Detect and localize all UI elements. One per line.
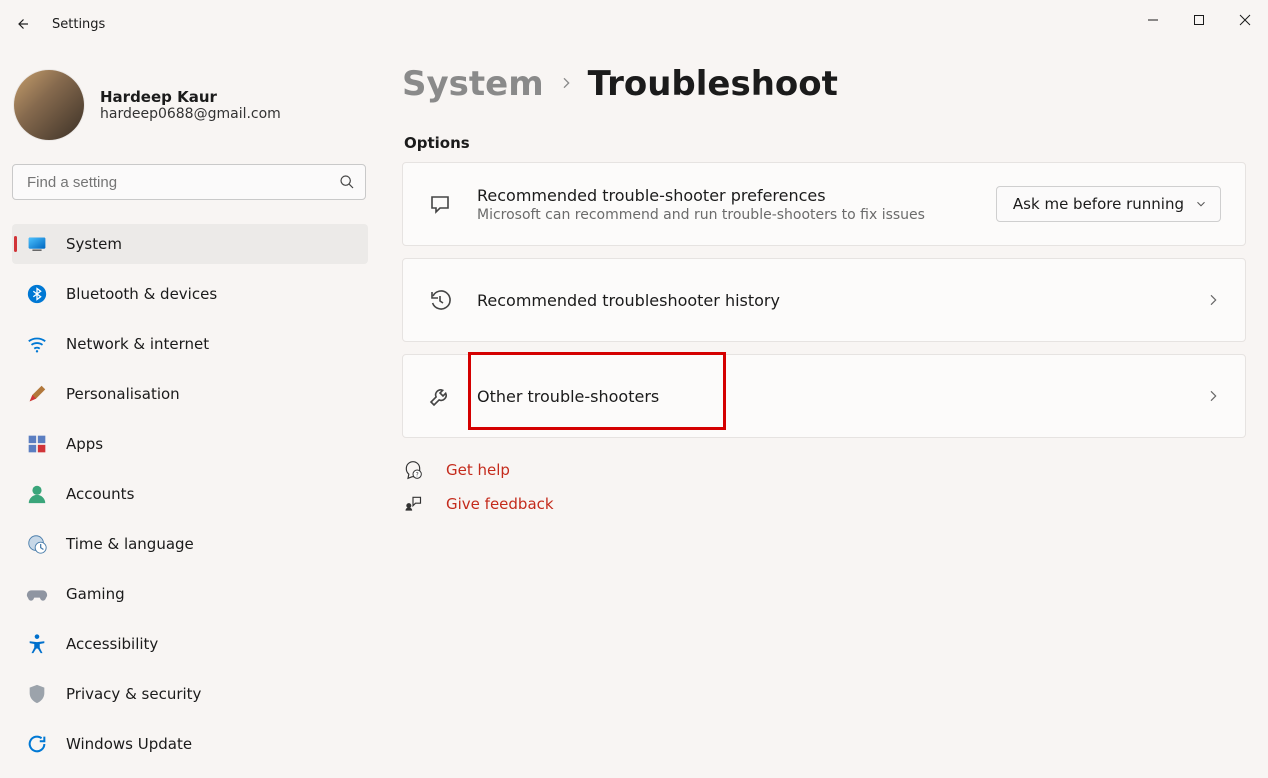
back-button[interactable] xyxy=(0,0,44,48)
nav-item-bluetooth[interactable]: Bluetooth & devices xyxy=(12,274,368,314)
accessibility-icon xyxy=(26,633,48,655)
window-controls xyxy=(1130,0,1268,48)
nav-item-windows-update[interactable]: Windows Update xyxy=(12,724,368,764)
row-title: Recommended trouble-shooter preferences xyxy=(477,186,972,205)
nav-item-privacy[interactable]: Privacy & security xyxy=(12,674,368,714)
bluetooth-icon xyxy=(26,283,48,305)
nav-item-network[interactable]: Network & internet xyxy=(12,324,368,364)
search-input[interactable] xyxy=(13,165,365,199)
nav-item-personalisation[interactable]: Personalisation xyxy=(12,374,368,414)
nav-list: System Bluetooth & devices Network & int… xyxy=(12,224,368,764)
display-icon xyxy=(26,233,48,255)
row-title: Other trouble-shooters xyxy=(477,387,1181,406)
nav-label: Privacy & security xyxy=(66,685,201,703)
update-icon xyxy=(26,733,48,755)
nav-item-time-language[interactable]: Time & language xyxy=(12,524,368,564)
breadcrumb-parent[interactable]: System xyxy=(402,64,544,104)
breadcrumb: System Troubleshoot xyxy=(402,60,1246,120)
section-heading: Options xyxy=(404,134,1246,152)
user-email: hardeep0688@gmail.com xyxy=(100,106,281,122)
avatar xyxy=(14,70,84,140)
search-box[interactable] xyxy=(12,164,366,200)
minimize-button[interactable] xyxy=(1130,0,1176,40)
row-other-troubleshooters[interactable]: Other trouble-shooters xyxy=(402,354,1246,438)
help-icon: ? xyxy=(402,460,424,480)
title-bar: Settings xyxy=(0,0,1268,48)
nav-label: Accessibility xyxy=(66,635,158,653)
wrench-icon xyxy=(427,384,453,408)
main-content: System Troubleshoot Options Recommended … xyxy=(380,48,1268,778)
app-title: Settings xyxy=(52,17,105,32)
get-help-link[interactable]: Get help xyxy=(446,461,510,479)
nav-item-accessibility[interactable]: Accessibility xyxy=(12,624,368,664)
nav-item-gaming[interactable]: Gaming xyxy=(12,574,368,614)
close-button[interactable] xyxy=(1222,0,1268,40)
shield-icon xyxy=(26,683,48,705)
chevron-down-icon xyxy=(1194,197,1208,211)
nav-item-system[interactable]: System xyxy=(12,224,368,264)
nav-label: Network & internet xyxy=(66,335,209,353)
nav-label: Personalisation xyxy=(66,385,180,403)
row-troubleshooter-history[interactable]: Recommended troubleshooter history xyxy=(402,258,1246,342)
wifi-icon xyxy=(26,333,48,355)
speech-bubble-icon xyxy=(427,192,453,216)
nav-label: Windows Update xyxy=(66,735,192,753)
person-icon xyxy=(26,483,48,505)
gamepad-icon xyxy=(26,583,48,605)
row-subtitle: Microsoft can recommend and run trouble-… xyxy=(477,207,972,223)
nav-label: Gaming xyxy=(66,585,125,603)
page-title: Troubleshoot xyxy=(588,64,838,104)
feedback-icon xyxy=(402,494,424,514)
apps-icon xyxy=(26,433,48,455)
maximize-button[interactable] xyxy=(1176,0,1222,40)
profile-block[interactable]: Hardeep Kaur hardeep0688@gmail.com xyxy=(12,64,368,164)
give-feedback-link[interactable]: Give feedback xyxy=(446,495,554,513)
svg-text:?: ? xyxy=(416,473,419,479)
clock-globe-icon xyxy=(26,533,48,555)
give-feedback-row[interactable]: Give feedback xyxy=(402,494,1246,514)
nav-label: System xyxy=(66,235,122,253)
dropdown-value: Ask me before running xyxy=(1013,195,1184,213)
chevron-right-icon xyxy=(558,72,574,96)
nav-label: Apps xyxy=(66,435,103,453)
preferences-dropdown[interactable]: Ask me before running xyxy=(996,186,1221,222)
user-name: Hardeep Kaur xyxy=(100,88,281,106)
get-help-row[interactable]: ? Get help xyxy=(402,460,1246,480)
nav-item-accounts[interactable]: Accounts xyxy=(12,474,368,514)
nav-label: Time & language xyxy=(66,535,194,553)
sidebar: Hardeep Kaur hardeep0688@gmail.com Syste… xyxy=(0,48,380,778)
row-troubleshooter-preferences: Recommended trouble-shooter preferences … xyxy=(402,162,1246,246)
nav-item-apps[interactable]: Apps xyxy=(12,424,368,464)
footer-links: ? Get help Give feedback xyxy=(402,460,1246,514)
row-title: Recommended troubleshooter history xyxy=(477,291,1181,310)
nav-label: Accounts xyxy=(66,485,134,503)
brush-icon xyxy=(26,383,48,405)
nav-label: Bluetooth & devices xyxy=(66,285,217,303)
history-icon xyxy=(427,288,453,312)
chevron-right-icon xyxy=(1205,388,1221,404)
search-icon xyxy=(339,174,355,190)
chevron-right-icon xyxy=(1205,292,1221,308)
